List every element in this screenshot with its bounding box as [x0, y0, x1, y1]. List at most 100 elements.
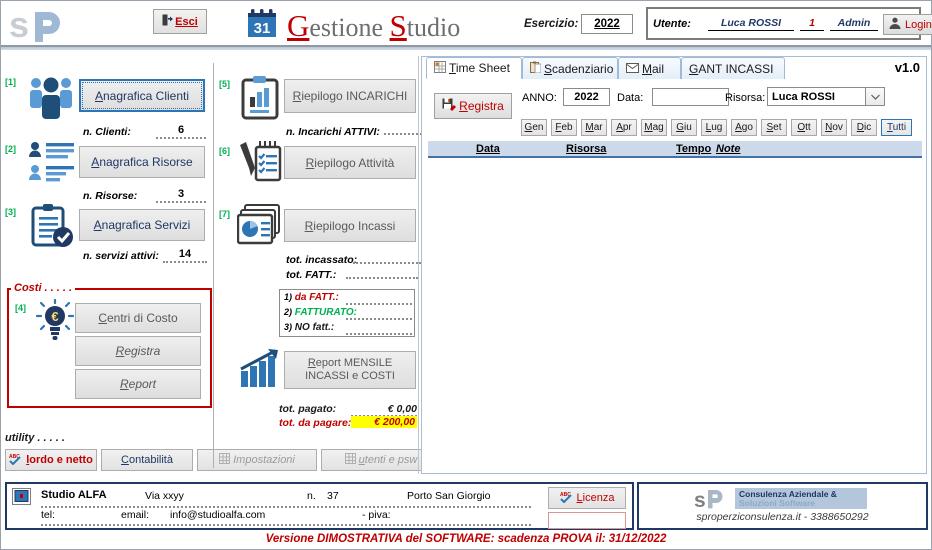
centri-di-costo-button[interactable]: Centri di Costo [75, 303, 201, 333]
report-mensile-label: eport MENSILE INCASSI e COSTI [305, 357, 395, 382]
grid-header-tempo[interactable]: Tempo [676, 143, 711, 155]
month-nov-label: ov [832, 122, 843, 133]
studio-email-value: info@studioalfa.com [170, 509, 266, 521]
anagrafica-servizi-button[interactable]: Anagrafica Servizi [79, 209, 205, 241]
licenza-input[interactable] [548, 512, 626, 529]
incarichi-attivi-label: n. Incarichi ATTIVI: [286, 126, 380, 138]
user-name-field[interactable]: Luca ROSSI [708, 17, 794, 31]
grid-header-note[interactable]: Note [716, 143, 740, 155]
month-button-apr[interactable]: Apr [611, 119, 637, 136]
window-small-icon [12, 488, 31, 505]
timesheet-grid-body[interactable] [428, 160, 922, 470]
esercizio-field[interactable]: 2022 [581, 14, 633, 34]
month-button-mar[interactable]: Mar [581, 119, 607, 136]
tag-4: [4] [15, 303, 26, 313]
impostazioni-button[interactable]: Impostazioni [197, 449, 317, 471]
centri-di-costo-accel: C [98, 311, 107, 325]
application-window: s Esci 31 Gestione Studio Esercizio: 202… [0, 0, 932, 550]
clipboard-icon [530, 61, 542, 76]
anagrafica-clienti-button[interactable]: Anagrafica Clienti [79, 79, 205, 112]
title-cap-g: G [287, 8, 310, 43]
month-tutti-label: utti [892, 122, 907, 133]
contact-list-icon [27, 141, 75, 185]
grid-header-risorsa[interactable]: Risorsa [566, 143, 606, 155]
month-button-dic[interactable]: Dic [851, 119, 877, 136]
tab-time-sheet[interactable]: Time Sheet [426, 57, 522, 79]
sp-logo-icon: s [9, 4, 79, 45]
tot-incassato-value [353, 262, 421, 264]
month-button-nov[interactable]: Nov [821, 119, 847, 136]
month-ago-label: go [741, 122, 753, 133]
month-mag-accel: M [644, 122, 653, 133]
riepilogo-attivita-button[interactable]: Riepilogo Attività [284, 146, 416, 179]
euro-lightbulb-icon: € [35, 298, 75, 343]
riepilogo-incassi-accel: R [304, 218, 314, 233]
risorsa-dropdown-button[interactable] [865, 87, 885, 106]
notepad-pen-icon [237, 139, 283, 185]
data-input[interactable] [652, 88, 729, 106]
anno-field[interactable]: 2022 [563, 88, 610, 106]
anagrafica-risorse-label: nagrafica Risorse [99, 155, 193, 169]
month-mag-label: ag [652, 122, 664, 133]
centri-di-costo-label: entri di Costo [106, 311, 178, 325]
licenza-button[interactable]: ABC Licenza [548, 487, 626, 509]
riepilogo-attivita-accel: R [305, 155, 315, 170]
month-button-mag[interactable]: Mag [641, 119, 667, 136]
version-label: v1.0 [894, 60, 920, 75]
costi-report-button[interactable]: Report [75, 369, 201, 399]
servizi-count-label: n. servizi attivi: [83, 250, 159, 262]
chevron-down-icon [870, 91, 880, 103]
exit-button-label: Esci [175, 15, 198, 28]
tot-fatt-value [346, 277, 418, 279]
user-role-field[interactable]: Admin [830, 17, 878, 31]
exit-button[interactable]: Esci [153, 9, 207, 34]
user-number-field[interactable]: 1 [800, 17, 824, 31]
abc-check-icon: ABC [9, 453, 23, 468]
clipboard-check-icon [27, 203, 75, 249]
month-button-giu[interactable]: Giu [671, 119, 697, 136]
incarichi-attivi-value [384, 133, 422, 135]
lordo-e-netto-button[interactable]: ABC lordo e netto [5, 449, 97, 471]
contabilita-button[interactable]: Contabilità [101, 449, 193, 471]
riepilogo-incassi-label: iepilogo Incassi [313, 218, 396, 233]
tab-scadenziario[interactable]: Scadenziario [522, 57, 618, 79]
fatt-row-3: 3) NO fatt.: [284, 322, 334, 333]
registra-button[interactable]: Registra [434, 93, 512, 119]
studio-n-value: 37 [327, 490, 339, 502]
riepilogo-incassi-button[interactable]: Riepilogo Incassi [284, 209, 416, 242]
anagrafica-risorse-button[interactable]: Anagrafica Risorse [79, 146, 205, 178]
fatt-row-3-label: NO fatt.: [294, 322, 335, 333]
tab-bar: Time Sheet Scadenziario Mail GANT INCASS… [422, 57, 928, 79]
svg-text:s: s [9, 6, 29, 44]
esercizio-label: Esercizio: [524, 18, 579, 30]
tab-mail[interactable]: Mail [618, 57, 681, 79]
user-panel: Utente: Luca ROSSI 1 Admin Login [646, 7, 932, 40]
month-button-ago[interactable]: Ago [731, 119, 757, 136]
tot-incassato-label: tot. incassato: [286, 254, 358, 266]
riepilogo-incarichi-button[interactable]: Riepilogo INCARICHI [284, 79, 416, 113]
month-button-gen[interactable]: Gen [521, 119, 547, 136]
tab-gant-incassi[interactable]: GANT INCASSI [681, 57, 785, 79]
sp-logo-icon: s [694, 488, 732, 512]
page-title: Gestione Studio [287, 8, 460, 44]
month-button-feb[interactable]: Feb [551, 119, 577, 136]
licenza-label: icenza [582, 492, 615, 504]
costi-registra-button[interactable]: Registra [75, 336, 201, 366]
grid-header-data[interactable]: Data [476, 143, 500, 155]
month-button-lug[interactable]: Lug [701, 119, 727, 136]
tag-2: [2] [5, 144, 16, 154]
tag-1: [1] [5, 77, 16, 87]
month-button-tutti[interactable]: Tutti [881, 119, 912, 136]
impostazioni-label: mpostazioni [236, 454, 295, 466]
costi-report-accel: R [119, 377, 129, 391]
month-button-set[interactable]: Set [761, 119, 787, 136]
report-mensile-button[interactable]: Report MENSILE INCASSI e COSTI [284, 351, 416, 389]
svg-text:€: € [51, 309, 58, 324]
month-button-ott[interactable]: Ott [791, 119, 817, 136]
tot-da-pagare-value: € 200,00 [351, 416, 417, 428]
utility-label: utility . . . . . [5, 432, 65, 444]
login-button[interactable]: Login [883, 14, 932, 35]
fatt-row-2-num: 2) [284, 307, 293, 317]
tag-5: [5] [219, 79, 230, 89]
exit-door-icon [162, 14, 174, 29]
